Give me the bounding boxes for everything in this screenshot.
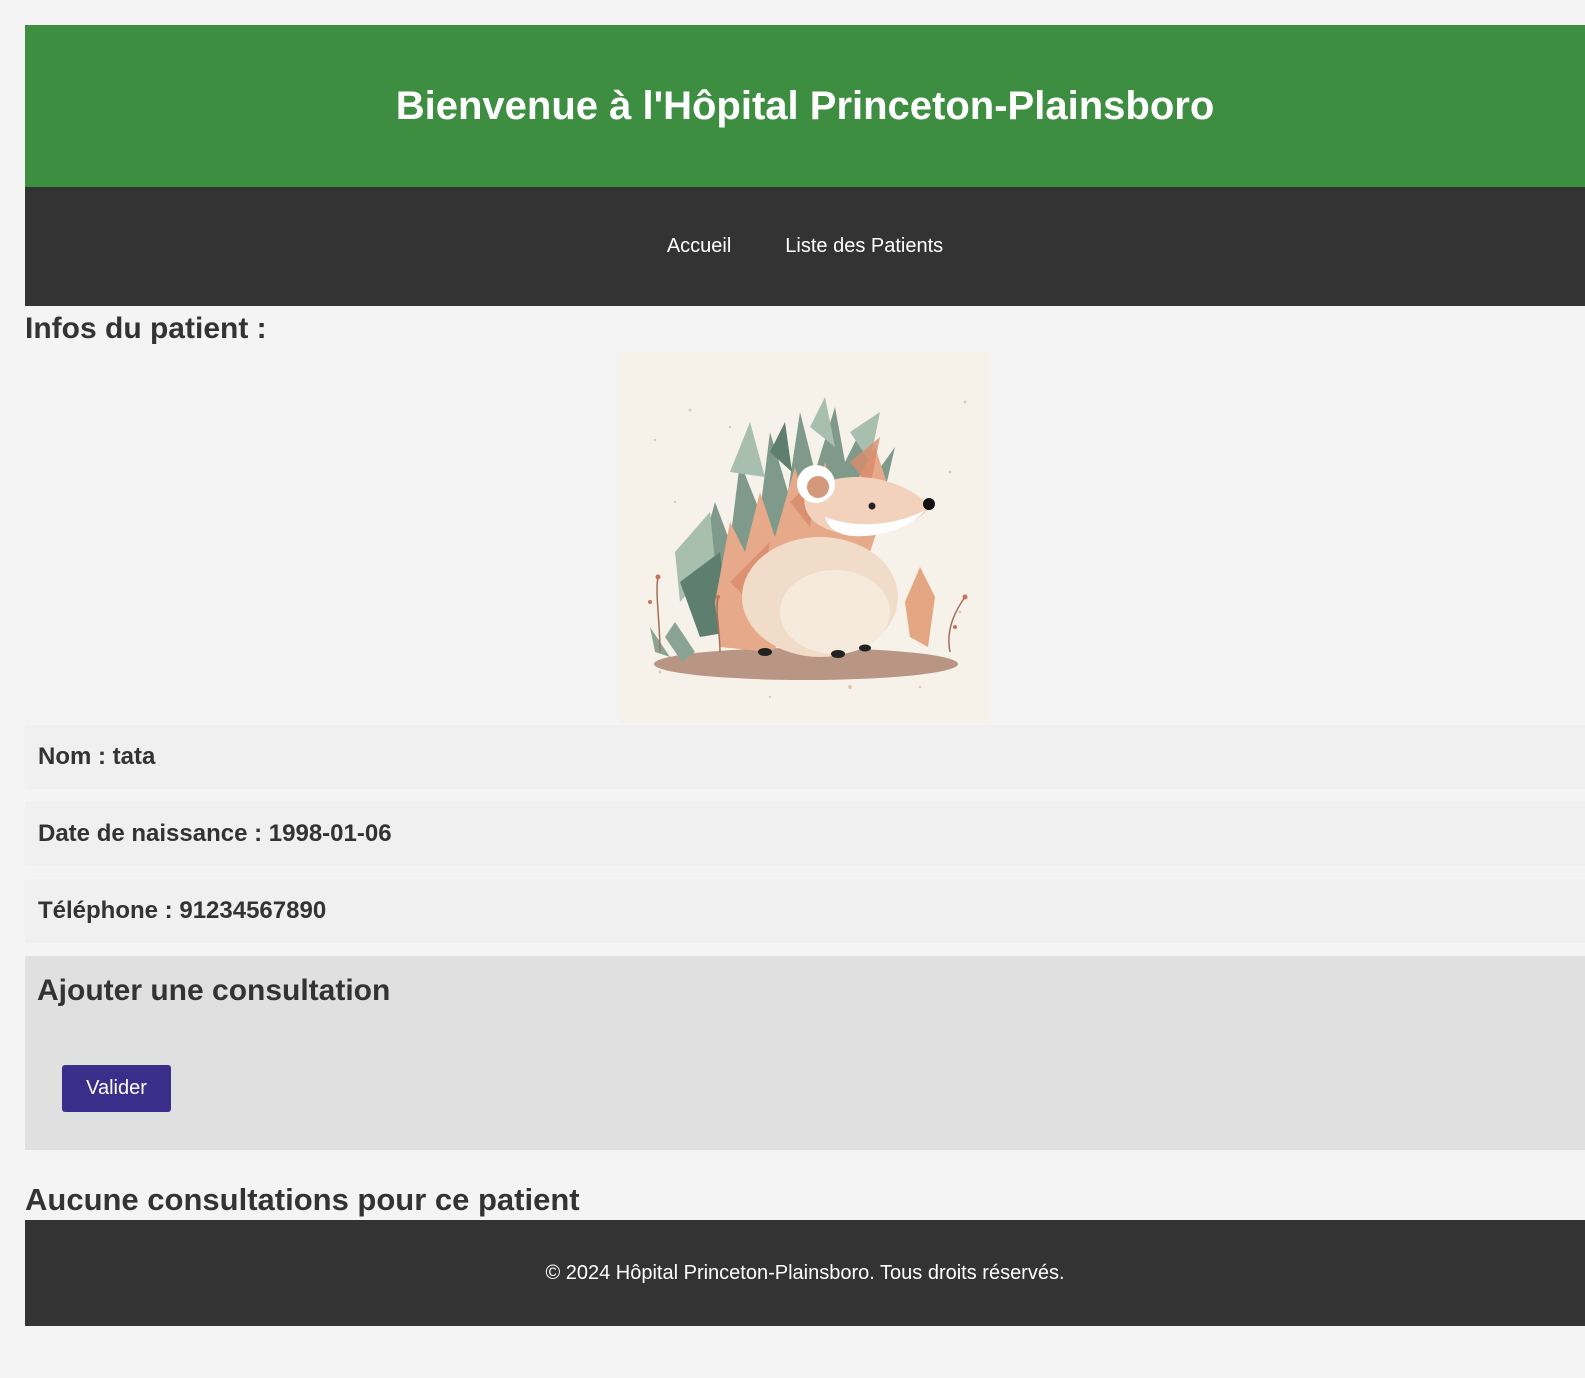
footer-copyright: © 2024 Hôpital Princeton-Plainsboro. Tou… — [545, 1261, 1065, 1284]
nav-link-patients-list[interactable]: Liste des Patients — [785, 235, 943, 258]
site-header: Bienvenue à l'Hôpital Princeton-Plainsbo… — [25, 25, 1585, 187]
patient-phone-row: Téléphone : 91234567890 — [25, 879, 1585, 943]
add-consultation-form: Ajouter une consultation Valider — [25, 956, 1585, 1150]
submit-consultation-button[interactable]: Valider — [62, 1065, 171, 1112]
main-nav: Accueil Liste des Patients — [25, 187, 1585, 306]
patient-name-value: tata — [112, 743, 156, 770]
patient-photo — [619, 352, 991, 723]
add-consultation-heading: Ajouter une consultation — [37, 974, 391, 1007]
patient-phone-label: Téléphone : — [38, 897, 173, 924]
patient-birthdate-label: Date de naissance : — [38, 820, 263, 847]
patient-name-label: Nom : — [38, 743, 106, 770]
site-footer: © 2024 Hôpital Princeton-Plainsboro. Tou… — [25, 1220, 1585, 1326]
patient-info-heading: Infos du patient : — [25, 312, 267, 345]
patient-photo-container — [25, 352, 1585, 725]
page-title: Bienvenue à l'Hôpital Princeton-Plainsbo… — [395, 83, 1215, 128]
patient-birthdate-row: Date de naissance : 1998-01-06 — [25, 802, 1585, 866]
patient-name-row: Nom : tata — [25, 725, 1585, 789]
nav-link-home[interactable]: Accueil — [667, 235, 731, 258]
no-consultations-message: Aucune consultations pour ce patient — [25, 1182, 580, 1217]
page: Bienvenue à l'Hôpital Princeton-Plainsbo… — [25, 25, 1585, 1326]
patient-phone-value: 91234567890 — [179, 897, 327, 924]
patient-birthdate-value: 1998-01-06 — [268, 820, 392, 847]
